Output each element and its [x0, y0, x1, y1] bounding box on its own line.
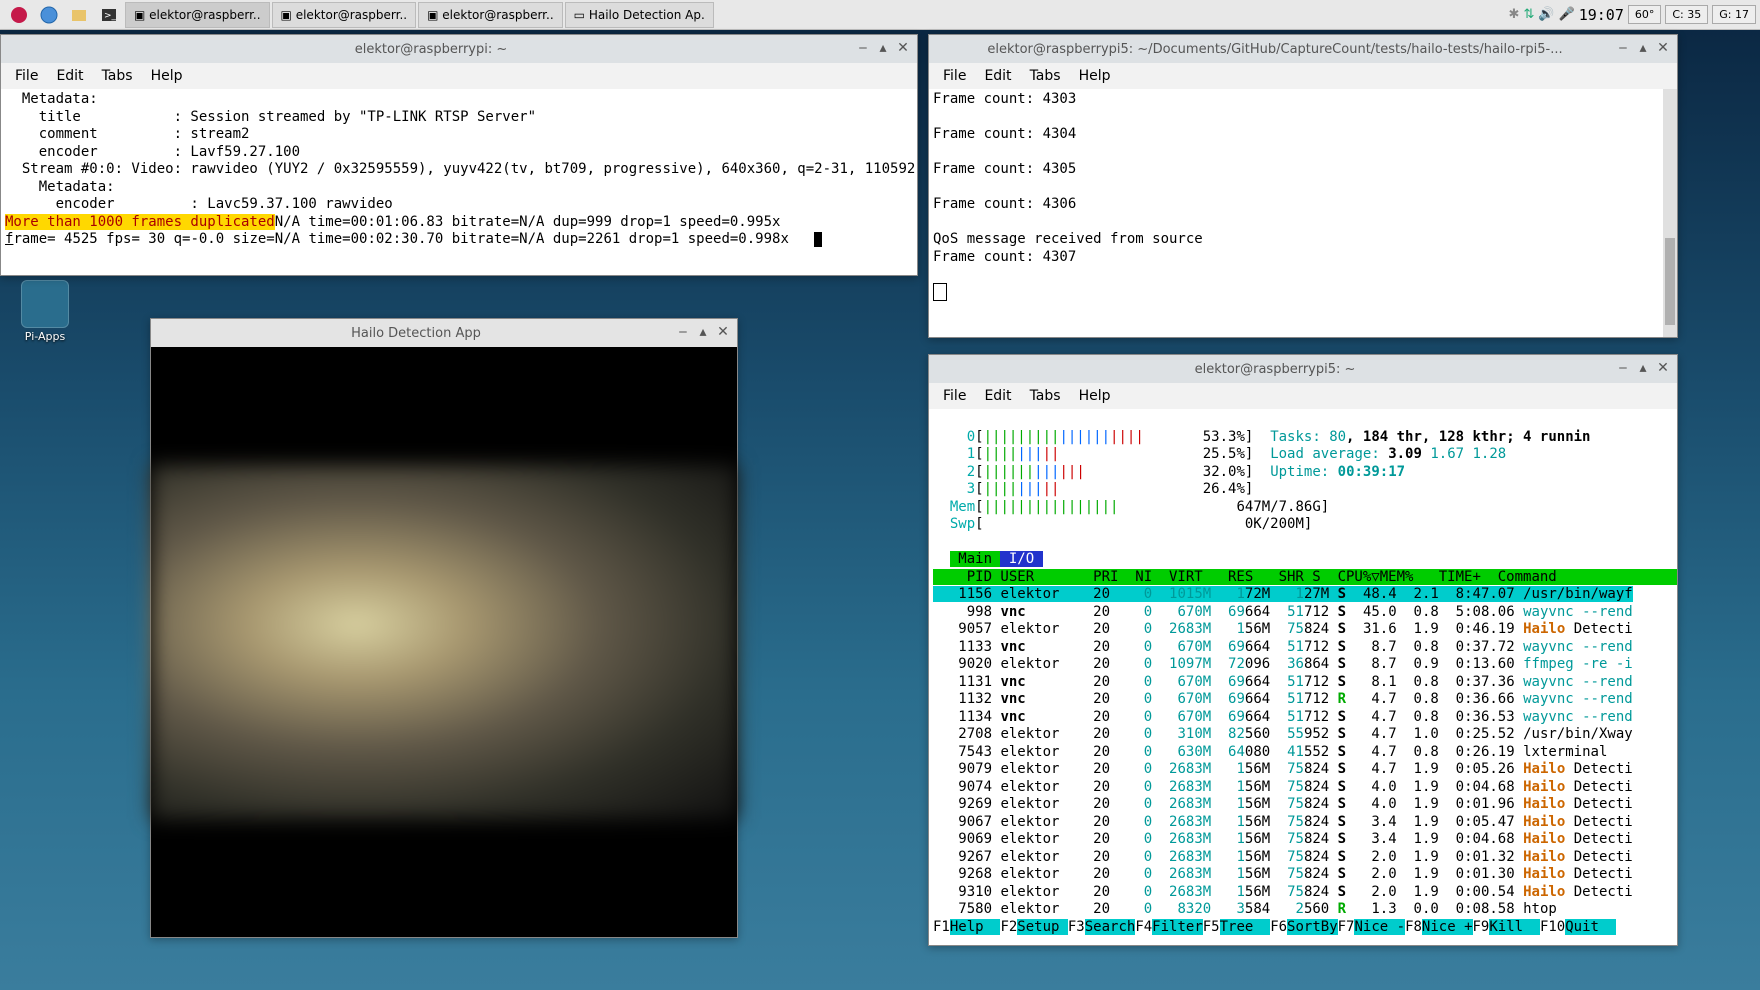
- window-hailo-detection: Hailo Detection App ‒ ▴ ✕: [150, 318, 738, 938]
- svg-text:>_: >_: [104, 11, 117, 21]
- window-term-htop: elektor@raspberrypi5: ~ ‒ ▴ ✕ File Edit …: [928, 354, 1678, 946]
- close-button[interactable]: ✕: [1655, 361, 1671, 377]
- cpu-indicator[interactable]: C: 35: [1665, 5, 1708, 24]
- temp-indicator[interactable]: 60°: [1628, 5, 1662, 24]
- minimize-button[interactable]: ‒: [675, 325, 691, 341]
- taskbar-item-label: elektor@raspberr..: [442, 8, 553, 22]
- menu-icon[interactable]: [6, 2, 32, 28]
- window-title: Hailo Detection App: [157, 326, 675, 341]
- terminal-icon: ▣: [427, 8, 438, 22]
- minimize-button[interactable]: ‒: [855, 41, 871, 57]
- video-icon: ▭: [574, 8, 585, 22]
- menu-file[interactable]: File: [935, 385, 974, 407]
- piapps-label: Pi-Apps: [10, 330, 80, 343]
- mic-icon[interactable]: 🎤: [1559, 7, 1575, 22]
- titlebar[interactable]: elektor@raspberrypi: ~ ‒ ▴ ✕: [1, 35, 917, 63]
- menu-file[interactable]: File: [935, 65, 974, 87]
- piapps-icon: [21, 280, 69, 328]
- taskbar-item-1[interactable]: ▣ elektor@raspberr..: [272, 2, 417, 28]
- terminal-output[interactable]: 0[||||||||||||||||||| 53.3%] Tasks: 80, …: [929, 409, 1677, 945]
- taskbar-item-label: elektor@raspberr..: [296, 8, 407, 22]
- menu-help[interactable]: Help: [143, 65, 191, 87]
- files-icon[interactable]: [66, 2, 92, 28]
- clock[interactable]: 19:07: [1579, 6, 1624, 24]
- menu-help[interactable]: Help: [1071, 385, 1119, 407]
- menu-file[interactable]: File: [7, 65, 46, 87]
- titlebar[interactable]: elektor@raspberrypi5: ~ ‒ ▴ ✕: [929, 355, 1677, 383]
- titlebar[interactable]: Hailo Detection App ‒ ▴ ✕: [151, 319, 737, 347]
- terminal-output[interactable]: Frame count: 4303 Frame count: 4304 Fram…: [929, 89, 1677, 337]
- menu-tabs[interactable]: Tabs: [94, 65, 141, 87]
- menu-edit[interactable]: Edit: [976, 385, 1019, 407]
- terminal-icon: ▣: [134, 8, 145, 22]
- maximize-button[interactable]: ▴: [695, 325, 711, 341]
- terminal-output[interactable]: Metadata: title : Session streamed by "T…: [1, 89, 917, 275]
- gpu-indicator[interactable]: G: 17: [1712, 5, 1756, 24]
- maximize-button[interactable]: ▴: [875, 41, 891, 57]
- network-icon[interactable]: ⇅: [1523, 7, 1534, 22]
- close-button[interactable]: ✕: [715, 325, 731, 341]
- web-icon[interactable]: [36, 2, 62, 28]
- menubar: File Edit Tabs Help: [1, 63, 917, 89]
- desktop-icon-piapps[interactable]: Pi-Apps: [10, 280, 80, 343]
- menu-help[interactable]: Help: [1071, 65, 1119, 87]
- sound-icon[interactable]: 🔊: [1538, 7, 1554, 22]
- menu-edit[interactable]: Edit: [976, 65, 1019, 87]
- taskbar: >_ ▣ elektor@raspberr.. ▣ elektor@raspbe…: [0, 0, 1760, 30]
- window-term-ffmpeg: elektor@raspberrypi: ~ ‒ ▴ ✕ File Edit T…: [0, 34, 918, 276]
- terminal-launcher-icon[interactable]: >_: [96, 2, 122, 28]
- scrollbar[interactable]: [1663, 89, 1677, 337]
- menu-tabs[interactable]: Tabs: [1022, 385, 1069, 407]
- menubar: File Edit Tabs Help: [929, 383, 1677, 409]
- close-button[interactable]: ✕: [1655, 41, 1671, 57]
- menu-edit[interactable]: Edit: [48, 65, 91, 87]
- menubar: File Edit Tabs Help: [929, 63, 1677, 89]
- window-title: elektor@raspberrypi5: ~: [935, 362, 1615, 377]
- taskbar-item-label: Hailo Detection Ap.: [589, 8, 705, 22]
- scroll-thumb[interactable]: [1665, 238, 1675, 325]
- video-viewport: [151, 347, 737, 937]
- menu-tabs[interactable]: Tabs: [1022, 65, 1069, 87]
- maximize-button[interactable]: ▴: [1635, 41, 1651, 57]
- video-frame: [151, 465, 737, 819]
- minimize-button[interactable]: ‒: [1615, 41, 1631, 57]
- taskbar-item-0[interactable]: ▣ elektor@raspberr..: [125, 2, 270, 28]
- minimize-button[interactable]: ‒: [1615, 361, 1631, 377]
- titlebar[interactable]: elektor@raspberrypi5: ~/Documents/GitHub…: [929, 35, 1677, 63]
- bluetooth-icon[interactable]: ✱: [1509, 7, 1520, 22]
- close-button[interactable]: ✕: [895, 41, 911, 57]
- maximize-button[interactable]: ▴: [1635, 361, 1651, 377]
- terminal-icon: ▣: [281, 8, 292, 22]
- window-title: elektor@raspberrypi5: ~/Documents/GitHub…: [935, 42, 1615, 57]
- taskbar-item-label: elektor@raspberr..: [149, 8, 260, 22]
- window-term-framecount: elektor@raspberrypi5: ~/Documents/GitHub…: [928, 34, 1678, 338]
- taskbar-item-2[interactable]: ▣ elektor@raspberr..: [418, 2, 563, 28]
- window-title: elektor@raspberrypi: ~: [7, 42, 855, 57]
- taskbar-item-3[interactable]: ▭ Hailo Detection Ap.: [565, 2, 714, 28]
